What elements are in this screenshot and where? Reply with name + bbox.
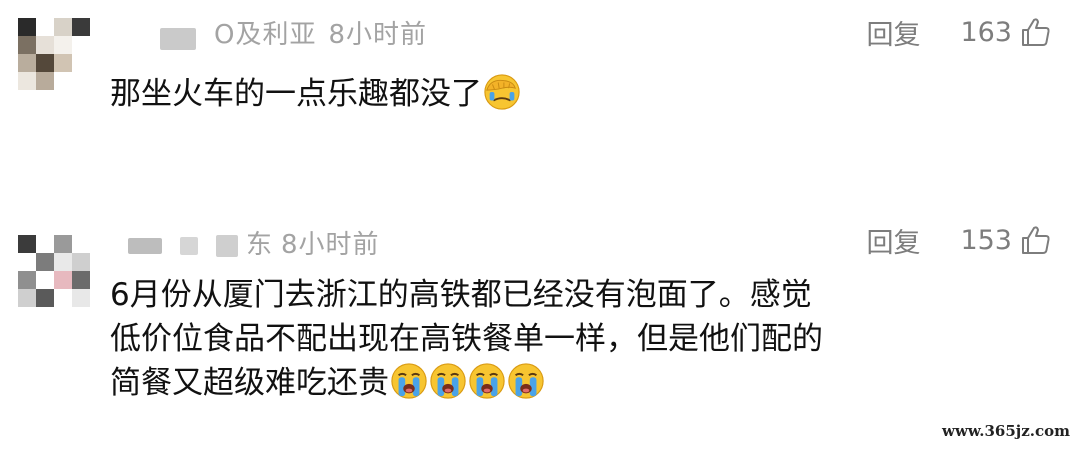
username[interactable]: Ο及利亚	[214, 14, 316, 51]
crying-emoji-icon	[468, 362, 506, 400]
user-meta: 东 8小时前	[128, 222, 380, 262]
user-meta: Ο及利亚 8小时前	[160, 12, 427, 52]
comment-actions: 回复 163	[866, 10, 1052, 54]
comment-line-with-emoji: 简餐又超级难吃还贵	[110, 361, 823, 405]
crying-emoji-icon	[429, 362, 467, 400]
avatar[interactable]	[18, 18, 90, 90]
watermark: www.365jz.com	[942, 422, 1070, 440]
timestamp: 8小时前	[328, 19, 428, 50]
comment-line: 低价位食品不配出现在高铁餐单一样，但是他们配的	[110, 321, 823, 357]
thumbs-up-icon[interactable]	[1020, 16, 1052, 48]
comment-actions: 回复 153	[866, 218, 1052, 262]
reply-button[interactable]: 回复	[866, 221, 920, 260]
comment-item: 东 8小时前 回复 153 6月份从厦门去浙江的高铁都已经没有泡面了。感觉 低价…	[0, 205, 1080, 449]
like-count: 153	[960, 224, 1012, 256]
comment-text: 那坐火车的一点乐趣都没了	[110, 72, 521, 116]
comment-line: 6月份从厦门去浙江的高铁都已经没有泡面了。感觉	[110, 277, 812, 313]
crying-emoji-icon	[507, 362, 545, 400]
thumbs-up-icon[interactable]	[1020, 224, 1052, 256]
facepalm-emoji-icon	[483, 73, 521, 111]
comment-line: 那坐火车的一点乐趣都没了	[110, 76, 482, 112]
reply-button[interactable]: 回复	[866, 13, 920, 52]
username-blurred[interactable]	[160, 28, 196, 50]
avatar[interactable]	[18, 235, 90, 307]
comment-line: 简餐又超级难吃还贵	[110, 365, 389, 401]
comment-item: Ο及利亚 8小时前 回复 163 那坐火车的一点乐趣都没了	[0, 0, 1080, 205]
comment-text: 6月份从厦门去浙江的高铁都已经没有泡面了。感觉 低价位食品不配出现在高铁餐单一样…	[110, 273, 823, 405]
timestamp: 8小时前	[281, 229, 380, 260]
username-blurred[interactable]	[180, 237, 198, 255]
username-blurred[interactable]	[128, 238, 162, 254]
username[interactable]: 东	[246, 224, 273, 261]
crying-emoji-icon	[390, 362, 428, 400]
like-count: 163	[960, 16, 1012, 48]
username-blurred[interactable]	[216, 235, 238, 257]
